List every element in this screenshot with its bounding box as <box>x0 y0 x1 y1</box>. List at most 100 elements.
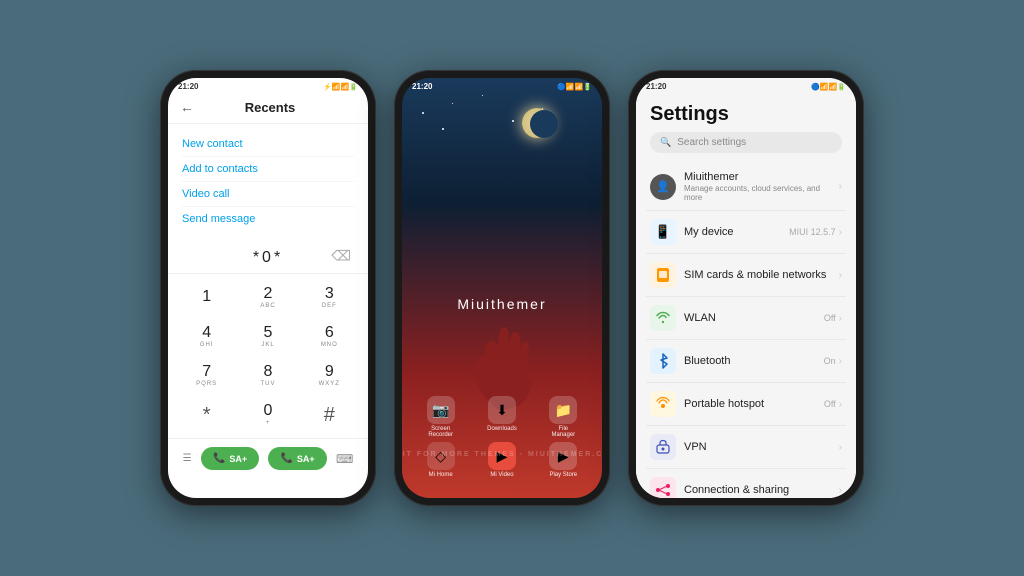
app-label-file-manager: FileManager <box>551 426 575 438</box>
dial-key-3[interactable]: 3DEF <box>299 278 360 317</box>
settings-item-info-profile: Miuithemer Manage accounts, cloud servic… <box>684 171 839 202</box>
app-play-store[interactable]: ▶ Play Store <box>535 442 592 478</box>
backspace-button[interactable]: ⌫ <box>331 248 354 265</box>
settings-content: 21:20 🔵📶📶🔋 Settings 🔍 Search settings <box>636 78 856 498</box>
settings-item-title-profile: Miuithemer <box>684 171 839 183</box>
settings-item-info-connection: Connection & sharing <box>684 484 839 496</box>
left-phone-content: 21:20 ⚡📶📶🔋 ← Recents New contact Add to … <box>168 78 368 498</box>
call-button-1[interactable]: 📞 SA+ <box>201 447 259 470</box>
status-bar-left: 21:20 ⚡📶📶🔋 <box>168 78 368 93</box>
settings-icon-bluetooth <box>650 348 676 374</box>
settings-item-right-hotspot: Off › <box>824 399 842 410</box>
action-video-call[interactable]: Video call <box>182 182 354 207</box>
dial-key-0[interactable]: 0+ <box>237 395 298 434</box>
settings-item-subtitle-profile: Manage accounts, cloud services, and mor… <box>684 184 839 202</box>
chevron-icon-hotspot: › <box>839 399 842 410</box>
dial-key-8[interactable]: 8TUV <box>237 356 298 395</box>
app-label-mi-home: Mi Home <box>429 472 453 478</box>
phones-container: 21:20 ⚡📶📶🔋 ← Recents New contact Add to … <box>160 70 864 506</box>
settings-item-title-bluetooth: Bluetooth <box>684 355 824 367</box>
recents-title: Recents <box>204 100 336 115</box>
chevron-icon-vpn: › <box>839 442 842 453</box>
menu-icon[interactable]: ☰ <box>183 453 192 464</box>
settings-item-title-connection: Connection & sharing <box>684 484 839 496</box>
status-time-left: 21:20 <box>178 82 198 91</box>
settings-item-title-sim: SIM cards & mobile networks <box>684 269 839 281</box>
settings-item-connection[interactable]: Connection & sharing › <box>646 469 846 498</box>
settings-item-info-hotspot: Portable hotspot <box>684 398 824 410</box>
settings-item-device[interactable]: 📱 My device MIUI 12.5.7 › <box>646 211 846 254</box>
settings-icon-hotspot <box>650 391 676 417</box>
phone-bottom-bar: ☰ 📞 SA+ 📞 SA+ ⌨ <box>168 438 368 478</box>
settings-item-right-bluetooth: On › <box>824 356 842 367</box>
settings-icon-connection <box>650 477 676 498</box>
settings-item-right-connection: › <box>839 485 842 496</box>
app-label-mi-video: Mi Video <box>490 472 513 478</box>
app-label-screen-recorder: ScreenRecorder <box>428 426 453 438</box>
settings-item-vpn[interactable]: VPN › <box>646 426 846 469</box>
settings-icon-sim <box>650 262 676 288</box>
chevron-icon-sim: › <box>839 270 842 281</box>
settings-item-right-device: MIUI 12.5.7 › <box>789 227 842 238</box>
app-file-manager[interactable]: 📁 FileManager <box>535 396 592 438</box>
dial-key-1[interactable]: 1 <box>176 278 237 317</box>
settings-icon-device: 📱 <box>650 219 676 245</box>
settings-icon-vpn <box>650 434 676 460</box>
action-add-contacts[interactable]: Add to contacts <box>182 157 354 182</box>
status-icons-left: ⚡📶📶🔋 <box>323 83 358 91</box>
settings-item-info-vpn: VPN <box>684 441 839 453</box>
status-bar-right: 21:20 🔵📶📶🔋 <box>636 78 856 93</box>
call-btn-1-label: SA+ <box>229 454 247 464</box>
search-placeholder: Search settings <box>677 137 746 148</box>
settings-item-wlan[interactable]: WLAN Off › <box>646 297 846 340</box>
app-mi-video[interactable]: ▶ Mi Video <box>473 442 530 478</box>
stars-decoration <box>402 78 602 246</box>
star-2 <box>452 103 453 104</box>
call-button-2[interactable]: 📞 SA+ <box>268 447 326 470</box>
settings-item-right-wlan: Off › <box>824 313 842 324</box>
settings-item-profile[interactable]: 👤 Miuithemer Manage accounts, cloud serv… <box>646 163 846 211</box>
dial-key-6[interactable]: 6MNO <box>299 317 360 356</box>
action-send-message[interactable]: Send message <box>182 207 354 231</box>
back-button[interactable]: ← <box>180 99 194 115</box>
dial-key-star[interactable]: * <box>176 395 237 434</box>
settings-icon-avatar: 👤 <box>650 174 676 200</box>
phone-right: 21:20 🔵📶📶🔋 Settings 🔍 Search settings <box>628 70 864 506</box>
dial-key-hash[interactable]: # <box>299 395 360 434</box>
settings-item-bluetooth[interactable]: Bluetooth On › <box>646 340 846 383</box>
chevron-icon-device: › <box>839 227 842 238</box>
settings-search-bar[interactable]: 🔍 Search settings <box>650 132 842 153</box>
chevron-icon-bluetooth: › <box>839 356 842 367</box>
settings-item-info-device: My device <box>684 226 789 238</box>
hotspot-status: Off <box>824 399 836 409</box>
star-4 <box>482 95 483 96</box>
settings-item-title-device: My device <box>684 226 789 238</box>
device-version: MIUI 12.5.7 <box>789 227 836 237</box>
wlan-status: Off <box>824 313 836 323</box>
settings-icon-wlan <box>650 305 676 331</box>
dial-key-2[interactable]: 2ABC <box>237 278 298 317</box>
search-icon: 🔍 <box>660 137 671 148</box>
dial-key-9[interactable]: 9WXYZ <box>299 356 360 395</box>
chevron-icon-wlan: › <box>839 313 842 324</box>
app-mi-home[interactable]: ◇ Mi Home <box>412 442 469 478</box>
app-screen-recorder[interactable]: 📷 ScreenRecorder <box>412 396 469 438</box>
star-6 <box>542 108 543 109</box>
phone-username-center: Miuithemer <box>457 296 546 312</box>
settings-title: Settings <box>650 103 842 126</box>
settings-item-sim[interactable]: SIM cards & mobile networks › <box>646 254 846 297</box>
settings-item-hotspot[interactable]: Portable hotspot Off › <box>646 383 846 426</box>
settings-item-info-wlan: WLAN <box>684 312 824 324</box>
settings-item-info-sim: SIM cards & mobile networks <box>684 269 839 281</box>
phone-left-screen: 21:20 ⚡📶📶🔋 ← Recents New contact Add to … <box>168 78 368 498</box>
settings-header: Settings 🔍 Search settings <box>636 93 856 157</box>
chevron-icon-profile: › <box>839 181 842 192</box>
keypad-icon[interactable]: ⌨ <box>336 452 353 466</box>
dial-key-4[interactable]: 4GHI <box>176 317 237 356</box>
dial-key-7[interactable]: 7PQRS <box>176 356 237 395</box>
action-new-contact[interactable]: New contact <box>182 132 354 157</box>
phone-icon-1: 📞 <box>213 453 225 464</box>
dial-key-5[interactable]: 5JKL <box>237 317 298 356</box>
settings-item-title-hotspot: Portable hotspot <box>684 398 824 410</box>
app-downloads[interactable]: ⬇ Downloads <box>473 396 530 438</box>
